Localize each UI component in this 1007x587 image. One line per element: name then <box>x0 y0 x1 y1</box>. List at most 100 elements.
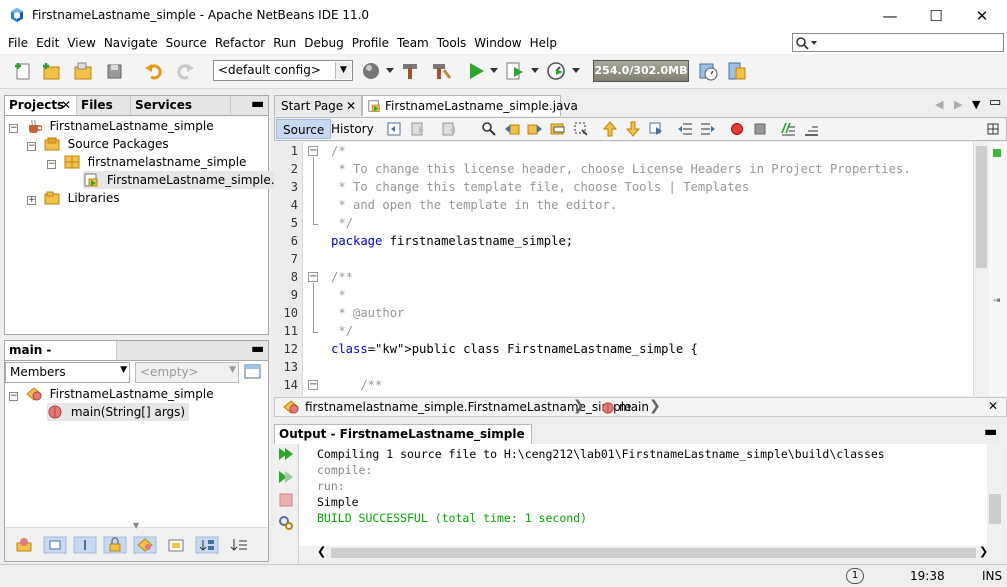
gc-tool-icon[interactable] <box>726 60 748 82</box>
shift-left-icon[interactable] <box>677 121 693 137</box>
insert-mode[interactable]: INS <box>982 569 1002 583</box>
menu-navigate[interactable]: Navigate <box>100 36 162 50</box>
menu-view[interactable]: View <box>63 36 99 50</box>
nav-item-method[interactable]: main(String[] args) <box>47 403 190 421</box>
stop-macro-icon[interactable] <box>752 121 768 137</box>
toggle-bookmark-icon[interactable] <box>648 121 664 137</box>
menu-edit[interactable]: Edit <box>32 36 63 50</box>
fields-filter-icon[interactable] <box>43 536 67 554</box>
tab-navigator[interactable]: main - Navigator✕ <box>5 341 117 376</box>
search-input[interactable] <box>792 33 1004 52</box>
tab-java-file[interactable]: FirstnameLastname_simple.java✕ <box>362 95 578 133</box>
close-breadcrumb-icon[interactable]: ✕ <box>988 399 998 413</box>
clean-build-icon[interactable] <box>430 60 452 82</box>
dropdown-arrow-icon[interactable] <box>386 68 394 74</box>
split-editor-icon[interactable] <box>985 121 1001 137</box>
nav-item-class[interactable]: − FirstnameLastname_simple <box>9 385 214 403</box>
output-horizontal-scrollbar[interactable]: ❮ ❯ <box>299 545 1005 560</box>
run-icon[interactable] <box>465 60 487 82</box>
sort-by-source-icon[interactable] <box>229 537 249 553</box>
static-filter-icon[interactable] <box>73 536 97 554</box>
set-project-config-icon[interactable] <box>361 60 383 82</box>
scroll-left-icon[interactable]: ❮ <box>317 545 326 558</box>
editor-vertical-scrollbar[interactable] <box>973 142 989 396</box>
shift-right-icon[interactable] <box>700 121 716 137</box>
gc-icon[interactable] <box>697 60 719 82</box>
minimize-panel-icon[interactable]: ▬ <box>984 424 997 440</box>
profile-icon[interactable] <box>545 60 567 82</box>
menu-window[interactable]: Window <box>470 36 525 50</box>
maximize-editor-icon[interactable]: ▭ <box>989 95 1001 110</box>
menu-help[interactable]: Help <box>526 36 561 50</box>
navigator-options-icon[interactable] <box>244 364 262 380</box>
menu-tools[interactable]: Tools <box>433 36 471 50</box>
minimize-panel-icon[interactable]: ▬ <box>251 341 264 357</box>
open-project-icon[interactable] <box>72 60 94 82</box>
menu-source[interactable]: Source <box>162 36 211 50</box>
show-opened-documents-icon[interactable]: ▼ <box>972 98 980 111</box>
scrollbar-thumb[interactable] <box>331 548 976 558</box>
start-macro-icon[interactable] <box>729 121 745 137</box>
new-file-icon[interactable] <box>12 60 34 82</box>
fold-collapse-icon[interactable]: − <box>308 380 318 390</box>
menu-run[interactable]: Run <box>269 36 300 50</box>
collapse-icon[interactable]: − <box>47 160 56 169</box>
close-tab-icon[interactable]: ✕ <box>61 96 71 115</box>
expand-icon[interactable]: + <box>27 196 36 205</box>
local-classes-filter-icon[interactable] <box>133 536 157 554</box>
source-button[interactable]: Source <box>276 119 332 139</box>
scroll-tabs-left-icon[interactable]: ◀ <box>935 98 943 111</box>
scroll-tabs-right-icon[interactable]: ▶ <box>954 98 962 111</box>
members-select[interactable]: Members ▼ <box>5 362 130 383</box>
history-button[interactable]: History <box>325 119 380 139</box>
notifications-badge[interactable]: 1 <box>846 568 864 584</box>
menu-debug[interactable]: Debug <box>300 36 347 50</box>
find-selection-icon[interactable] <box>550 121 566 137</box>
fqn-filter-icon[interactable] <box>167 537 185 553</box>
find-next-icon[interactable] <box>527 121 543 137</box>
tree-item-source-packages[interactable]: − Source Packages <box>27 135 169 153</box>
find-icon[interactable] <box>481 121 497 137</box>
collapse-icon[interactable]: − <box>9 124 18 133</box>
profile-dropdown-icon[interactable] <box>572 68 580 74</box>
non-public-filter-icon[interactable] <box>103 536 127 554</box>
maximize-button[interactable]: ☐ <box>913 0 959 32</box>
rerun-with-params-icon[interactable] <box>277 469 295 485</box>
scrollbar-thumb[interactable] <box>976 146 987 268</box>
tab-services[interactable]: Services <box>131 96 231 115</box>
menu-team[interactable]: Team <box>393 36 433 50</box>
resize-handle-icon[interactable]: ▼ <box>133 521 139 530</box>
comment-icon[interactable] <box>780 121 796 137</box>
next-bookmark-icon[interactable] <box>625 121 641 137</box>
stop-icon[interactable] <box>277 492 295 508</box>
menu-profile[interactable]: Profile <box>348 36 393 50</box>
run-dropdown-icon[interactable] <box>490 68 498 74</box>
config-select[interactable]: <default config> ▼ <box>213 60 353 81</box>
collapse-icon[interactable]: − <box>27 142 36 151</box>
toggle-highlight-icon[interactable] <box>573 121 589 137</box>
new-project-icon[interactable] <box>40 60 62 82</box>
minimize-panel-icon[interactable]: ▬ <box>251 96 264 112</box>
tree-item-libraries[interactable]: + Libraries <box>27 189 119 207</box>
settings-gear-icon[interactable] <box>277 515 295 531</box>
collapse-icon[interactable]: − <box>9 392 18 401</box>
fold-collapse-icon[interactable]: − <box>308 272 318 282</box>
output-console[interactable]: Compiling 1 source file to H:\ceng212\la… <box>299 444 987 546</box>
tab-start-page[interactable]: Start Page ✕ <box>274 95 362 116</box>
build-icon[interactable] <box>400 60 422 82</box>
tree-item-java-file[interactable]: FirstnameLastname_simple.java <box>83 171 304 189</box>
debug-icon[interactable] <box>504 60 526 82</box>
debug-dropdown-icon[interactable] <box>531 68 539 74</box>
empty-select[interactable]: <empty> ▼ <box>135 362 239 383</box>
fold-collapse-icon[interactable]: − <box>308 146 318 156</box>
tab-output[interactable]: Output - FirstnameLastname_simple (run)✕ <box>274 424 532 460</box>
sort-by-name-icon[interactable] <box>195 536 219 554</box>
code-editor[interactable]: /* * To change this license header, choo… <box>325 142 973 396</box>
tree-item-project[interactable]: − FirstnameLastname_simple <box>9 117 214 135</box>
previous-bookmark-icon[interactable] <box>602 121 618 137</box>
back-icon[interactable] <box>410 121 426 137</box>
menu-refactor[interactable]: Refactor <box>211 36 269 50</box>
uncomment-icon[interactable] <box>803 121 819 137</box>
output-vertical-scrollbar[interactable] <box>987 444 1005 546</box>
menu-file[interactable]: File <box>4 36 32 50</box>
